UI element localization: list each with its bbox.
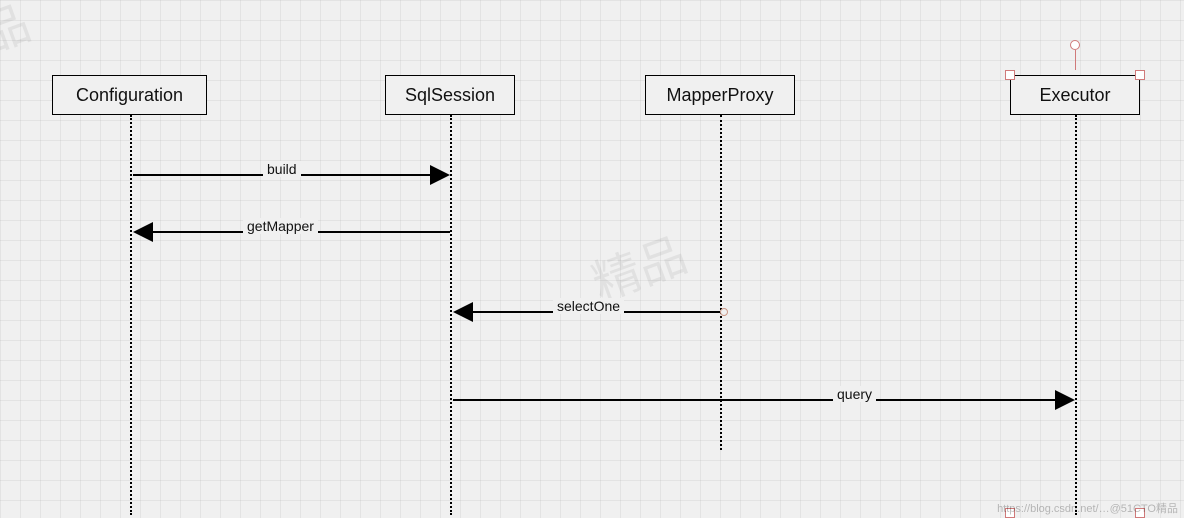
participant-label: SqlSession: [405, 85, 495, 106]
message-selectone[interactable]: selectOne: [453, 302, 720, 322]
participant-mapperproxy[interactable]: MapperProxy: [645, 75, 795, 115]
message-label: getMapper: [243, 218, 318, 234]
footer-watermark: https://blog.csdn.net/…@51CTO精品: [997, 500, 1178, 516]
lifeline-configuration: [130, 115, 132, 515]
selection-handle-rotate[interactable]: [1070, 40, 1080, 50]
participant-executor[interactable]: Executor: [1010, 75, 1140, 115]
message-query[interactable]: query: [453, 390, 1075, 410]
message-getmapper[interactable]: getMapper: [133, 222, 450, 242]
lifeline-executor: [1075, 115, 1077, 515]
participant-configuration[interactable]: Configuration: [52, 75, 207, 115]
lifeline-sqlsession: [450, 115, 452, 515]
selection-handle-tl[interactable]: [1005, 70, 1015, 80]
endpoint-marker: [720, 308, 728, 316]
message-build[interactable]: build: [133, 165, 450, 185]
message-label: selectOne: [553, 298, 624, 314]
participant-label: MapperProxy: [666, 85, 773, 106]
participant-label: Executor: [1039, 85, 1110, 106]
message-label: build: [263, 161, 301, 177]
selection-handle-tr[interactable]: [1135, 70, 1145, 80]
selection-rotate-stem: [1075, 50, 1076, 70]
diagram-stage: Configuration SqlSession MapperProxy Exe…: [0, 0, 1184, 518]
message-label: query: [833, 386, 876, 402]
participant-label: Configuration: [76, 85, 183, 106]
participant-sqlsession[interactable]: SqlSession: [385, 75, 515, 115]
